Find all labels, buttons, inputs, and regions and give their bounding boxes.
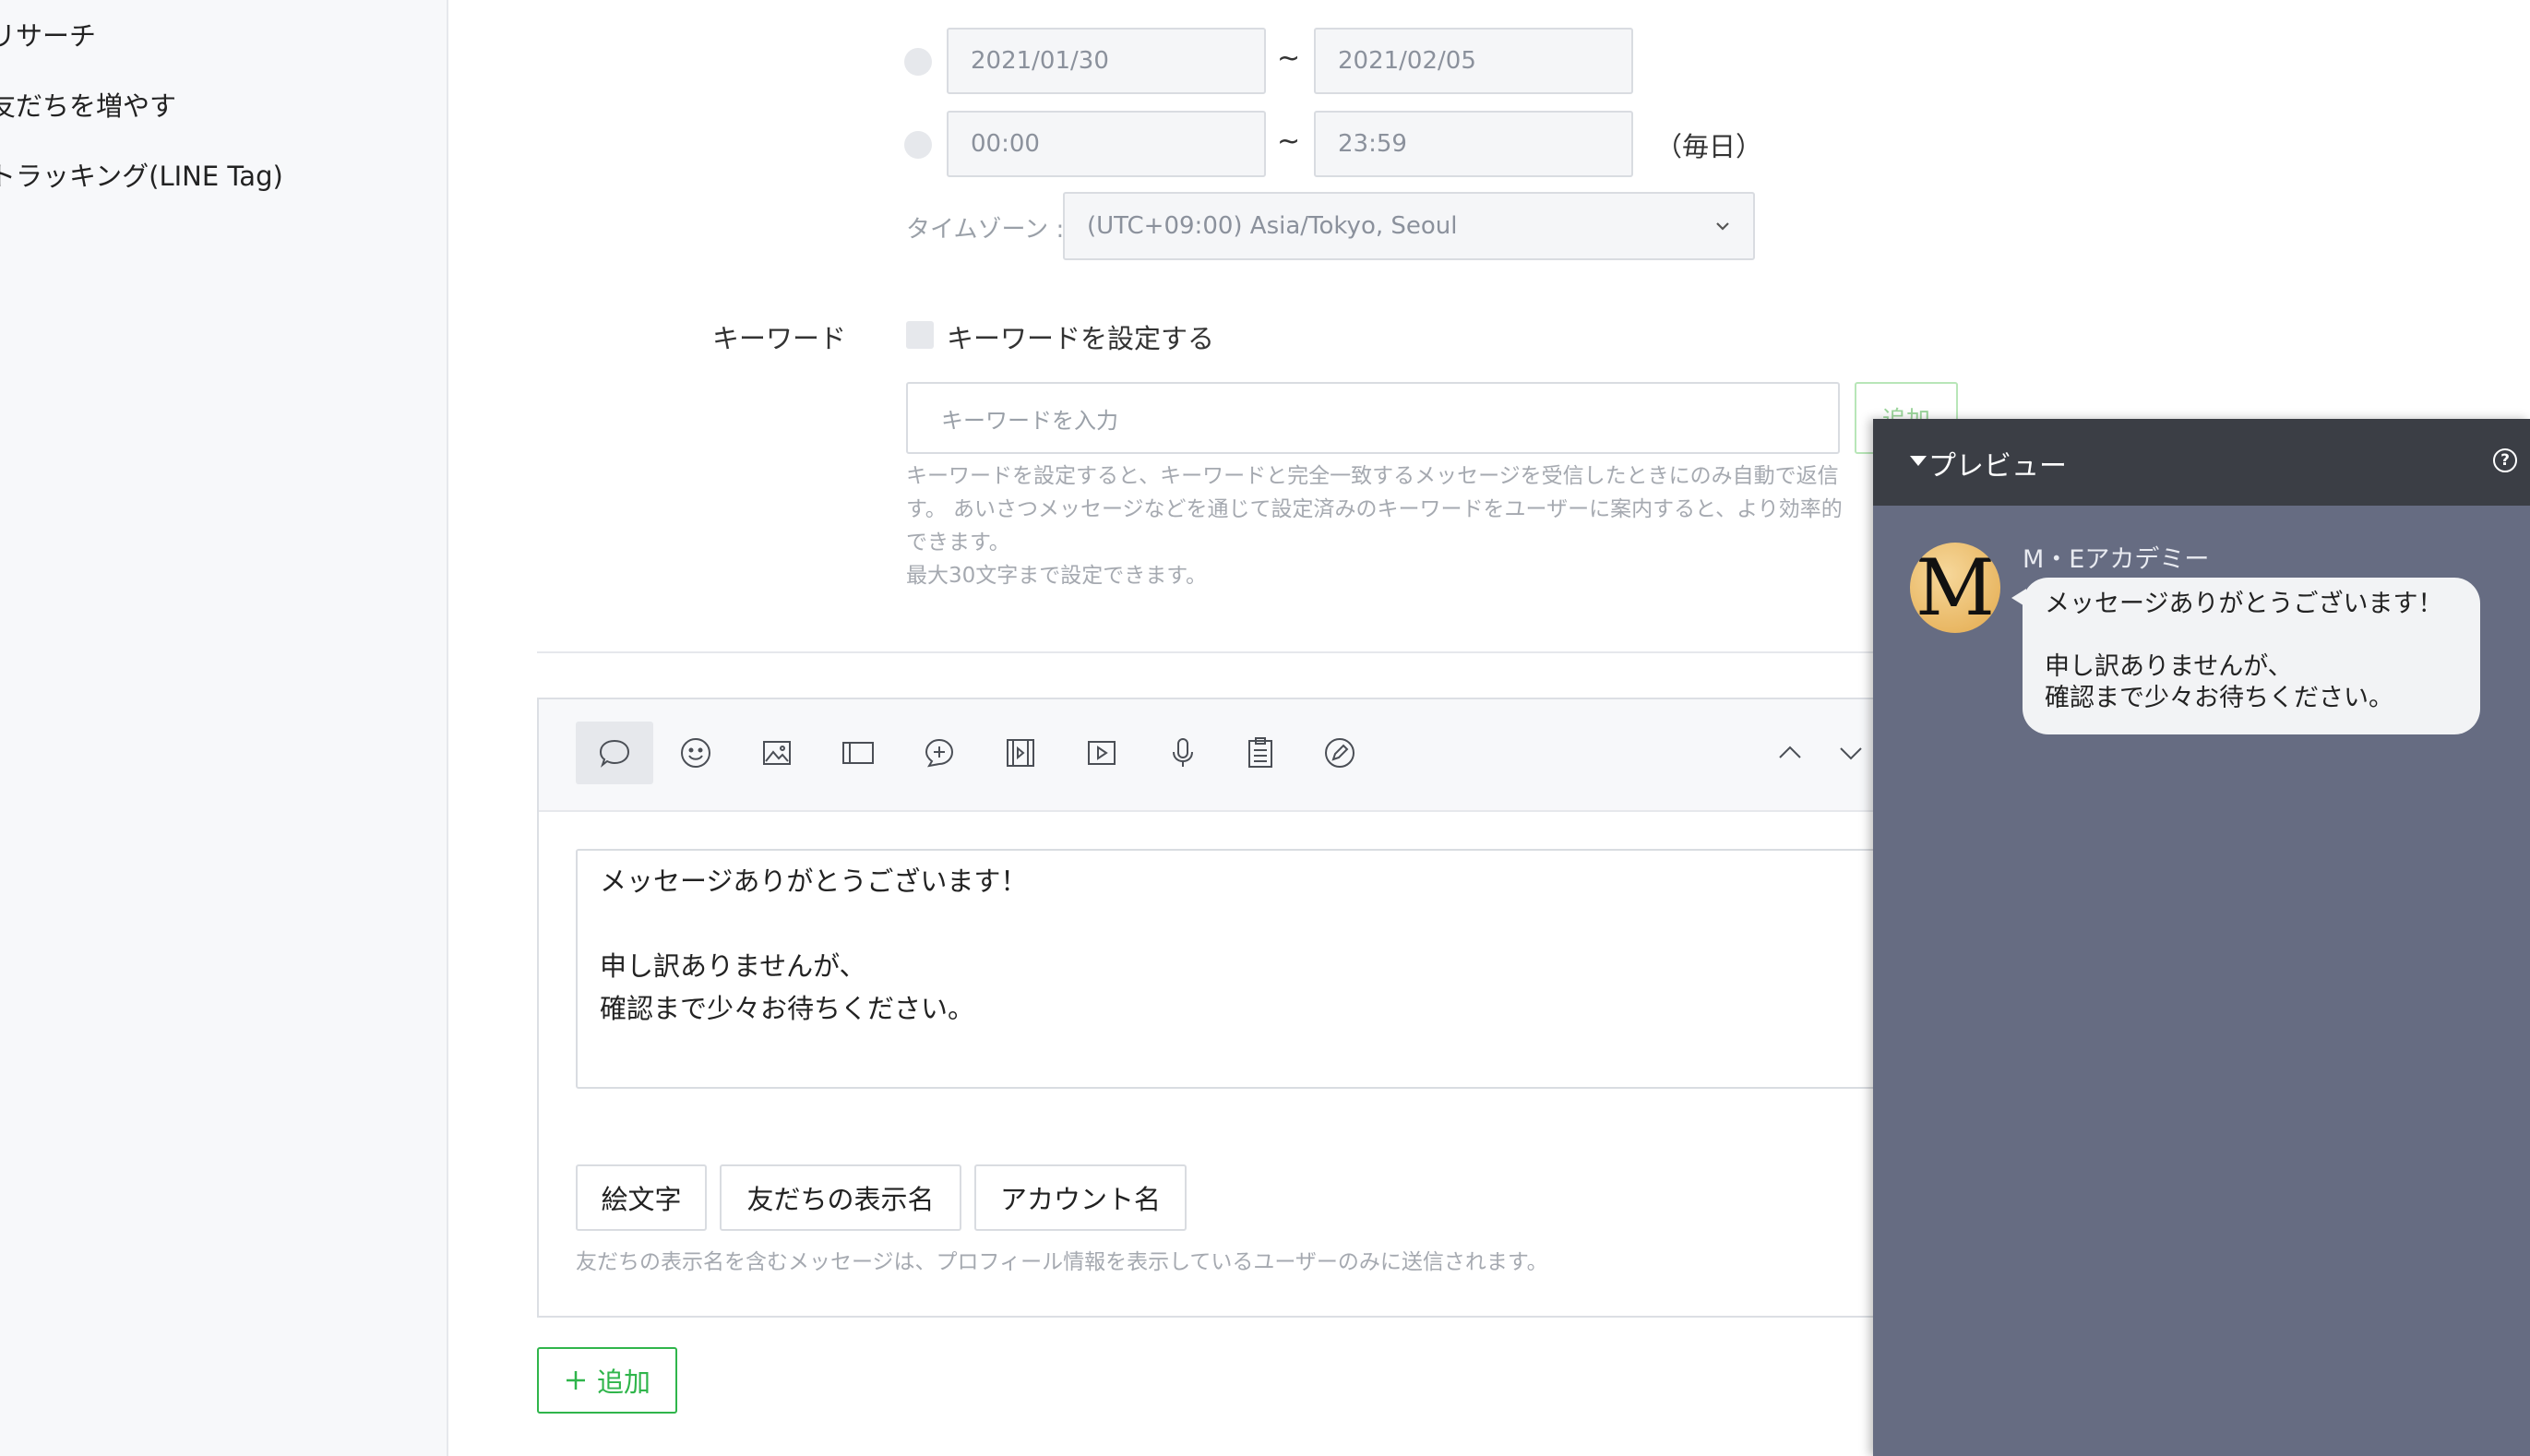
end-date-field[interactable]: 2021/02/05 <box>1314 28 1633 94</box>
caret-down-icon[interactable] <box>1910 456 1927 466</box>
keyword-help-line-4: 最大30文字まで設定できます。 <box>906 564 1207 588</box>
tool-card-button[interactable] <box>819 722 897 784</box>
start-date-field[interactable]: 2021/01/30 <box>947 28 1266 94</box>
tool-audio-button[interactable] <box>1144 722 1222 784</box>
preview-header[interactable]: プレビュー ? <box>1873 419 2530 506</box>
start-time-field[interactable]: 00:00 <box>947 111 1266 177</box>
date-range-separator: ~ <box>1277 42 1301 75</box>
chevron-up-icon <box>1779 746 1801 758</box>
section-divider <box>537 651 1884 653</box>
edit-icon <box>1325 738 1355 768</box>
keyword-section-label: キーワード <box>712 323 847 354</box>
message-textarea[interactable]: メッセージありがとうございます！ 申し訳ありませんが、 確認まで少々お待ちくださ… <box>576 849 1901 1089</box>
insert-emoji-button[interactable]: 絵文字 <box>576 1164 707 1231</box>
mic-icon <box>1173 738 1193 767</box>
end-time-field[interactable]: 23:59 <box>1314 111 1633 177</box>
timezone-value: (UTC+09:00) Asia/Tokyo, Seoul <box>1087 212 1458 240</box>
tool-text-button[interactable] <box>576 722 653 784</box>
insert-friend-name-button[interactable]: 友だちの表示名 <box>720 1164 961 1231</box>
sidebar-item-tracking[interactable]: トラッキング(LINE Tag) <box>0 155 283 194</box>
play-icon <box>1088 741 1116 765</box>
preview-title: プレビュー <box>1928 450 2067 483</box>
response-bubble-icon <box>925 738 954 768</box>
keyword-checkbox-label[interactable]: キーワードを設定する <box>947 317 1214 356</box>
sidebar-item-research[interactable]: リサーチ <box>0 15 96 54</box>
tool-image-button[interactable] <box>738 722 816 784</box>
sidebar: リサーチ 友だちを増やす トラッキング(LINE Tag) <box>0 0 448 1456</box>
help-icon[interactable]: ? <box>2493 448 2517 472</box>
tool-video-button[interactable] <box>982 722 1059 784</box>
add-message-button[interactable]: 追加 <box>537 1347 677 1414</box>
editor-toolbar <box>539 699 1901 812</box>
preview-message-bubble: メッセージありがとうございます！ 申し訳ありませんが、 確認まで少々お待ちくださ… <box>2023 578 2480 734</box>
tool-edit-button[interactable] <box>1301 722 1378 784</box>
friend-name-note: 友だちの表示名を含むメッセージは、プロフィール情報を表示しているユーザーのみに送… <box>576 1250 1548 1274</box>
survey-icon <box>1248 737 1272 768</box>
daily-label: （毎日） <box>1655 131 1763 162</box>
chevron-down-icon <box>1840 747 1862 760</box>
add-message-label: 追加 <box>596 1366 650 1398</box>
keyword-help-line-1: キーワードを設定すると、キーワードと完全一致するメッセージを受信したときにのみ自… <box>906 464 1839 488</box>
plus-icon <box>566 1371 585 1390</box>
tool-response-button[interactable] <box>901 722 978 784</box>
time-range-separator: ~ <box>1277 125 1301 158</box>
date-range-radio[interactable] <box>904 48 932 76</box>
avatar: M <box>1910 543 2000 633</box>
move-down-button[interactable] <box>1823 722 1879 784</box>
card-icon <box>842 742 874 764</box>
keyword-checkbox[interactable] <box>906 321 934 349</box>
keyword-help-line-2: す。 あいさつメッセージなどを通じて設定済みのキーワードをユーザーに案内すると、… <box>906 497 1843 521</box>
text-bubble-icon <box>599 739 630 768</box>
keyword-input[interactable]: キーワードを入力 <box>906 382 1840 454</box>
preview-panel: プレビュー ? M M・Eアカデミー メッセージありがとうございます！ 申し訳あ… <box>1873 419 2530 1456</box>
video-icon <box>1007 739 1034 767</box>
image-icon <box>763 741 791 765</box>
insert-account-name-button[interactable]: アカウント名 <box>974 1164 1187 1231</box>
tool-play-button[interactable] <box>1063 722 1140 784</box>
sidebar-item-add-friends[interactable]: 友だちを増やす <box>0 85 176 124</box>
emoji-icon <box>681 738 710 768</box>
sender-name: M・Eアカデミー <box>2023 545 2210 574</box>
keyword-help-line-3: できます。 <box>906 531 1010 555</box>
message-editor: メッセージありがとうございます！ 申し訳ありませんが、 確認まで少々お待ちくださ… <box>537 698 1903 1318</box>
time-range-radio[interactable] <box>904 131 932 159</box>
move-up-button[interactable] <box>1751 722 1829 784</box>
timezone-label: タイムゾーン : <box>906 216 1065 244</box>
tool-emoji-button[interactable] <box>657 722 734 784</box>
tool-survey-button[interactable] <box>1222 722 1299 784</box>
timezone-select[interactable]: (UTC+09:00) Asia/Tokyo, Seoul <box>1063 192 1755 260</box>
chevron-down-icon <box>1716 222 1729 231</box>
